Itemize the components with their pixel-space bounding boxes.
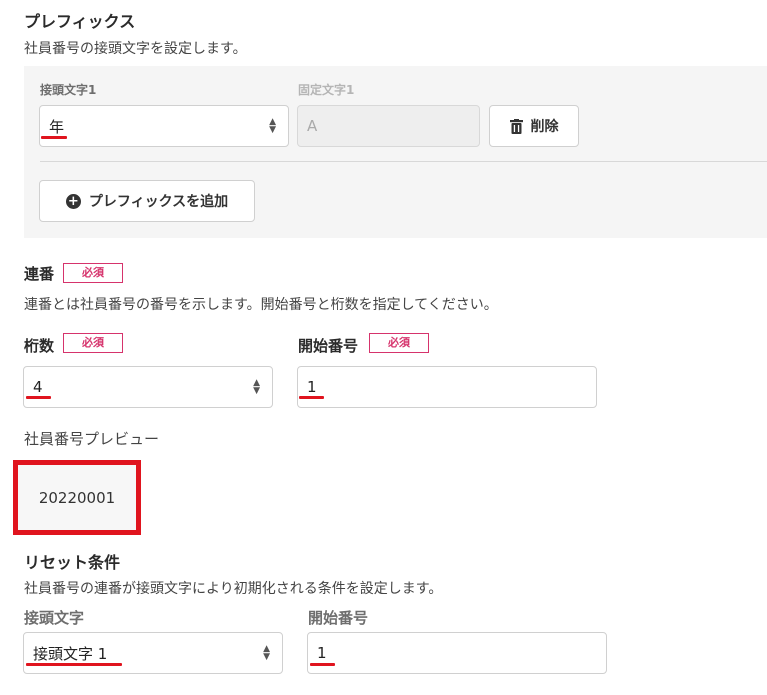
- sort-arrows-icon: ▲ ▼: [253, 378, 260, 396]
- preview-label: 社員番号プレビュー: [24, 430, 160, 448]
- prefix-label: 接頭文字1: [40, 83, 97, 97]
- add-prefix-label: プレフィックスを追加: [88, 194, 229, 210]
- serial-title: 連番: [24, 265, 55, 283]
- plus-circle-icon: +: [65, 193, 81, 209]
- fixed-text-input[interactable]: A: [297, 105, 480, 147]
- serial-description: 連番とは社員番号の番号を示します。開始番号と桁数を指定してください。: [24, 297, 498, 313]
- highlight-underline: [41, 136, 67, 139]
- sort-arrows-icon: ▲ ▼: [263, 644, 270, 662]
- preview-value: 20220001: [38, 488, 116, 507]
- digits-label: 桁数: [24, 337, 55, 355]
- start-number-value: 1: [307, 378, 317, 396]
- highlight-underline: [310, 663, 335, 666]
- prefix-title: プレフィックス: [24, 12, 136, 31]
- start-required-badge: 必須: [369, 333, 429, 353]
- digits-select-value: 4: [33, 378, 43, 396]
- reset-description: 社員番号の連番が接頭文字により初期化される条件を設定します。: [24, 581, 443, 597]
- start-number-label: 開始番号: [298, 337, 359, 355]
- delete-button[interactable]: 削除: [489, 105, 579, 147]
- fixed-text-placeholder: A: [307, 117, 318, 135]
- reset-prefix-label: 接頭文字: [24, 609, 85, 627]
- prefix-description: 社員番号の接頭文字を設定します。: [24, 41, 247, 57]
- highlight-underline: [299, 396, 324, 399]
- fixed-label: 固定文字1: [298, 83, 355, 97]
- reset-title: リセット条件: [24, 553, 121, 572]
- prefix-select-value: 年: [49, 117, 65, 136]
- required-badge: 必須: [63, 263, 123, 283]
- digits-required-badge: 必須: [63, 333, 123, 353]
- trash-icon: [509, 118, 523, 134]
- reset-start-value: 1: [317, 644, 327, 662]
- highlight-underline: [26, 396, 51, 399]
- reset-prefix-select[interactable]: 接頭文字 1 ▲ ▼: [23, 632, 283, 674]
- add-prefix-button[interactable]: + プレフィックスを追加: [39, 180, 255, 222]
- panel-divider: [40, 161, 767, 162]
- digits-select[interactable]: 4 ▲ ▼: [23, 366, 273, 408]
- employee-number-preview: 20220001: [13, 460, 141, 535]
- start-number-input[interactable]: 1: [297, 366, 597, 408]
- prefix-select[interactable]: 年 ▲ ▼: [39, 105, 289, 147]
- reset-start-input[interactable]: 1: [307, 632, 607, 674]
- reset-prefix-value: 接頭文字 1: [33, 644, 108, 663]
- highlight-underline: [26, 663, 122, 666]
- delete-label: 削除: [530, 119, 559, 135]
- sort-arrows-icon: ▲ ▼: [269, 117, 276, 135]
- reset-start-label: 開始番号: [308, 609, 369, 627]
